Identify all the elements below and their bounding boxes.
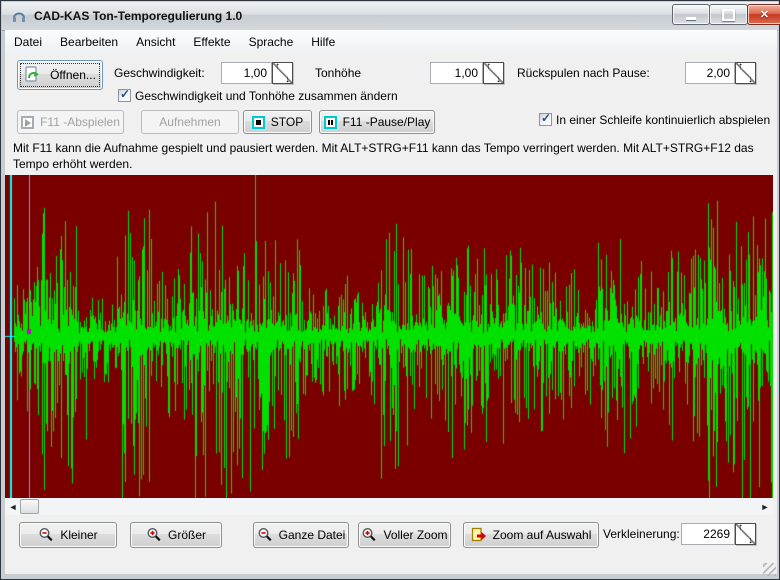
pitch-input[interactable] [430, 62, 483, 84]
smaller-button-label: Kleiner [60, 528, 98, 542]
menu-item-ansicht[interactable]: Ansicht [127, 32, 184, 52]
smaller-button[interactable]: Kleiner [19, 522, 117, 548]
zoom-out-icon [39, 527, 53, 542]
client-area: Öffnen... Geschwindigkeit: Tonhöhe Rücks… [5, 53, 777, 574]
whole-file-button-label: Ganze Datei [278, 528, 346, 542]
maximize-icon [722, 8, 735, 21]
larger-button[interactable]: Größer [130, 522, 222, 548]
maximize-button[interactable] [709, 4, 748, 25]
reduction-label: Verkleinerung: [603, 527, 680, 541]
reduction-input[interactable] [681, 523, 735, 545]
record-button[interactable]: Aufnehmen [141, 110, 239, 134]
speed-spinner[interactable] [272, 61, 293, 85]
open-button[interactable]: Öffnen... [17, 60, 103, 90]
close-button[interactable]: ✕ [747, 4, 780, 25]
reduction-spinner[interactable] [735, 522, 756, 546]
menu-item-hilfe[interactable]: Hilfe [302, 32, 344, 52]
larger-button-label: Größer [167, 528, 206, 542]
minimize-button[interactable] [672, 4, 710, 25]
pause-play-button-label: F11 -Pause/Play [342, 115, 431, 129]
menu-bar: Datei Bearbeiten Ansicht Effekte Sprache… [5, 30, 777, 54]
play-button-label: F11 -Abspielen [40, 115, 120, 129]
minimize-icon [686, 17, 696, 20]
loop-checkbox[interactable] [539, 111, 552, 126]
speed-label: Geschwindigkeit: [114, 66, 205, 80]
menu-item-datei[interactable]: Datei [5, 32, 51, 52]
close-icon: ✕ [759, 9, 770, 21]
waveform-scrollbar[interactable] [5, 498, 773, 515]
rewind-spinner[interactable] [735, 61, 756, 85]
pause-icon [323, 115, 337, 129]
scrollbar-thumb[interactable] [20, 499, 39, 514]
zoom-out-icon [258, 527, 272, 542]
stop-button[interactable]: STOP [243, 110, 312, 134]
speed-input[interactable] [221, 62, 272, 84]
title-bar: CAD-KAS Ton-Temporegulierung 1.0 ✕ [2, 2, 780, 31]
menu-item-effekte[interactable]: Effekte [184, 32, 239, 52]
stop-icon [251, 115, 265, 129]
window-title: CAD-KAS Ton-Temporegulierung 1.0 [34, 9, 243, 23]
zoom-selection-icon [471, 527, 486, 542]
app-icon [13, 12, 25, 22]
stop-button-label: STOP [270, 115, 304, 129]
link-speed-pitch-checkbox[interactable] [118, 87, 131, 102]
full-zoom-button[interactable]: Voller Zoom [358, 522, 451, 548]
window-resize-grip[interactable] [763, 563, 776, 576]
info-text: Mit F11 kann die Aufnahme gespielt und p… [13, 141, 754, 171]
zoom-selection-button[interactable]: Zoom auf Auswahl [463, 522, 599, 548]
zoom-in-icon [362, 527, 377, 542]
full-zoom-button-label: Voller Zoom [383, 528, 448, 542]
play-icon [21, 115, 35, 129]
menu-item-bearbeiten[interactable]: Bearbeiten [51, 32, 127, 52]
waveform-display[interactable] [5, 175, 773, 498]
app-window: CAD-KAS Ton-Temporegulierung 1.0 ✕ Datei… [0, 0, 780, 580]
pitch-spinner[interactable] [483, 61, 504, 85]
record-button-label: Aufnehmen [159, 115, 221, 129]
pause-play-button[interactable]: F11 -Pause/Play [319, 110, 435, 134]
scrollbar-left-arrow-icon[interactable] [5, 498, 21, 515]
zoom-selection-button-label: Zoom auf Auswahl [492, 528, 592, 542]
rewind-label: Rückspulen nach Pause: [517, 66, 650, 80]
open-button-label: Öffnen... [50, 68, 96, 82]
pitch-label: Tonhöhe [315, 66, 362, 80]
menu-item-sprache[interactable]: Sprache [240, 32, 303, 52]
open-file-icon [25, 66, 40, 82]
whole-file-button[interactable]: Ganze Datei [253, 522, 349, 548]
play-button[interactable]: F11 -Abspielen [17, 110, 124, 134]
loop-checkbox-label: In einer Schleife kontinuierlich abspiel… [556, 113, 771, 127]
zoom-in-icon [147, 527, 161, 542]
rewind-input[interactable] [685, 62, 735, 84]
scrollbar-right-arrow-icon[interactable] [757, 498, 773, 515]
link-speed-pitch-label: Geschwindigkeit und Tonhöhe zusammen änd… [135, 89, 398, 103]
